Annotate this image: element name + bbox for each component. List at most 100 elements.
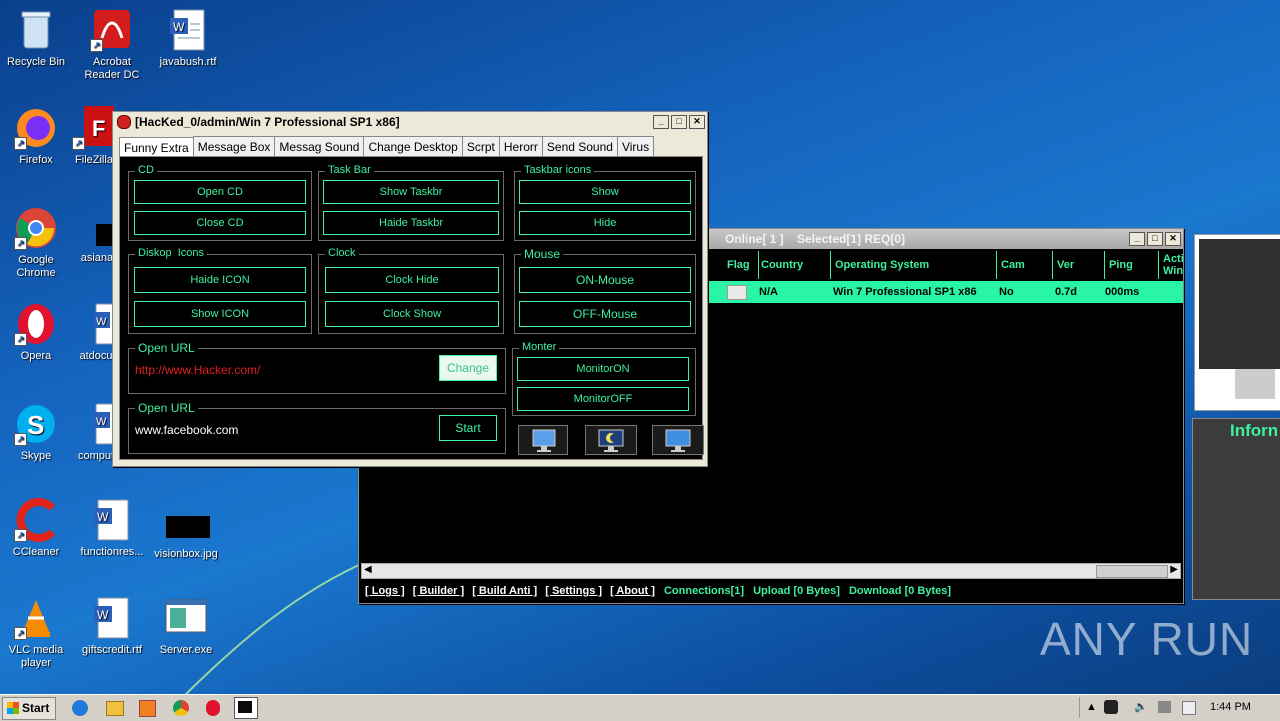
task-bar-group: Task Bar Show Taskbr Haide Taskbr (318, 164, 504, 241)
builder-link[interactable]: [ Builder ] (413, 585, 464, 597)
dialog-title: [HacKed_0/admin/Win 7 Professional SP1 x… (135, 115, 400, 129)
column-ping[interactable]: Ping (1105, 251, 1159, 279)
close-cd-button[interactable]: Close CD (134, 211, 306, 235)
network-icon[interactable] (1158, 701, 1171, 713)
show-taskbar-button[interactable]: Show Taskbr (323, 180, 499, 204)
row-country: N/A (759, 286, 778, 298)
hide-taskbar-icons-button[interactable]: Hide (519, 211, 691, 235)
scrollbar-thumb[interactable] (1096, 565, 1168, 578)
monitor-on-button[interactable]: MonitorON (517, 357, 689, 381)
rat-app-taskbar-icon[interactable] (234, 697, 258, 719)
settings-link[interactable]: [ Settings ] (545, 585, 602, 597)
desktop-icon-label: VLC media player (8, 644, 64, 669)
maximize-button[interactable]: □ (1147, 232, 1163, 246)
taskbar-icons-group: Taskbar icons Show Hide (514, 164, 696, 241)
start-url-button[interactable]: Start (439, 415, 497, 441)
row-flag (727, 285, 747, 300)
main-window-title: Online[ 1 ] Selected[1] REQ[0] (725, 232, 906, 246)
open-url-change-group: Open URL http://www.Hacker.com/ Change (128, 341, 506, 394)
desktop-icon-label: javabush.rtf (159, 56, 217, 68)
open-cd-button[interactable]: Open CD (134, 180, 306, 204)
monitor-off-button[interactable]: MonitorOFF (517, 387, 689, 411)
shield-icon[interactable] (1104, 700, 1118, 714)
tab-change-desktop[interactable]: Change Desktop (363, 136, 463, 157)
desktop-icon-vlc[interactable]: ↗ VLC media player (0, 596, 74, 670)
explorer-folder-icon[interactable] (106, 701, 124, 716)
tab-scrpt[interactable]: Scrpt (461, 136, 500, 157)
shortcut-arrow-icon: ↗ (90, 39, 103, 52)
show-taskbar-icons-button[interactable]: Show (519, 180, 691, 204)
tab-herorr[interactable]: Herorr (498, 136, 543, 157)
chrome-taskbar-icon[interactable] (173, 700, 189, 716)
anyrun-watermark: ANY RUN (1040, 612, 1253, 666)
ie-icon[interactable] (72, 700, 88, 716)
hide-icon-button[interactable]: Haide ICON (134, 267, 306, 293)
column-country[interactable]: Country (757, 251, 831, 279)
scroll-right-arrow-icon[interactable]: ▶ (1170, 564, 1178, 575)
shortcut-arrow-icon: ↗ (14, 137, 27, 150)
tray-expand-icon[interactable]: ▲ (1086, 697, 1097, 718)
desktop-icon-firefox[interactable]: ↗ Firefox (0, 106, 74, 167)
dialog-titlebar[interactable]: [HacKed_0/admin/Win 7 Professional SP1 x… (113, 112, 707, 132)
desktop-icon-label: Google Chrome (16, 254, 56, 279)
column-ver[interactable]: Ver (1053, 251, 1105, 279)
media-player-icon[interactable] (139, 700, 156, 717)
flag-icon[interactable] (1182, 701, 1196, 715)
url-hacker-text[interactable]: http://www.Hacker.com/ (135, 363, 260, 377)
close-button[interactable]: ✕ (1165, 232, 1181, 246)
skype-icon: S ↗ (14, 402, 58, 446)
about-link[interactable]: [ About ] (610, 585, 655, 597)
row-os: Win 7 Professional SP1 x86 (833, 286, 977, 298)
svg-text:S: S (27, 410, 44, 440)
desktop-icon-ccleaner[interactable]: ↗ CCleaner (0, 498, 74, 559)
desktop-icon-acrobat[interactable]: ↗ Acrobat Reader DC (74, 8, 150, 82)
change-url-button[interactable]: Change (439, 355, 497, 381)
status-bar: [ Logs ] [ Builder ] [ Build Anti ] [ Se… (359, 581, 1183, 601)
tab-messag-sound[interactable]: Messag Sound (274, 136, 365, 157)
clock-group: Clock Clock Hide Clock Show (318, 247, 504, 334)
url-facebook-text[interactable]: www.facebook.com (135, 423, 238, 437)
horizontal-scrollbar[interactable]: ◀ ▶ (361, 563, 1181, 579)
maximize-button[interactable]: □ (671, 115, 687, 129)
monitor-settings-icon[interactable] (518, 425, 568, 455)
side-monitor-panel (1194, 234, 1280, 411)
table-row[interactable]: N/A Win 7 Professional SP1 x86 No 0.7d 0… (709, 281, 1183, 303)
mouse-off-button[interactable]: OFF-Mouse (519, 301, 691, 327)
desktop-icon-recycle-bin[interactable]: Recycle Bin (0, 8, 74, 69)
clock-show-button[interactable]: Clock Show (325, 301, 499, 327)
opera-taskbar-icon[interactable] (206, 700, 220, 716)
column-cam[interactable]: Cam (997, 251, 1053, 279)
system-tray: ▲ 🔈 1:44 PM (1079, 697, 1280, 718)
monitor-sleep-icon[interactable] (585, 425, 637, 455)
scroll-left-arrow-icon[interactable]: ◀ (364, 564, 372, 575)
mouse-on-button[interactable]: ON-Mouse (519, 267, 691, 293)
logs-link[interactable]: [ Logs ] (365, 585, 405, 597)
speaker-icon[interactable]: 🔈 (1134, 697, 1148, 718)
tab-virus[interactable]: Virus (616, 136, 655, 157)
monitor-display-icon[interactable] (652, 425, 704, 455)
build-anti-link[interactable]: [ Build Anti ] (472, 585, 537, 597)
minimize-button[interactable]: _ (653, 115, 669, 129)
download-bytes: Download [0 Bytes] (848, 585, 952, 597)
column-active-window[interactable]: Acti Win (1159, 251, 1183, 279)
show-icon-button[interactable]: Show ICON (134, 301, 306, 327)
column-flag[interactable]: Flag (723, 251, 759, 279)
clock-time[interactable]: 1:44 PM (1210, 697, 1251, 718)
desktop-icon-skype[interactable]: S ↗ Skype (0, 402, 74, 463)
svg-text:W: W (96, 316, 107, 328)
start-button[interactable]: Start (2, 697, 56, 720)
desktop-icon-chrome[interactable]: ↗ Google Chrome (0, 206, 74, 280)
desktop-icon-javabush[interactable]: W javabush.rtf (150, 8, 226, 69)
minimize-button[interactable]: _ (1129, 232, 1145, 246)
desktop-icon-giftscredit[interactable]: W giftscredit.rtf (74, 596, 150, 657)
desktop-icon-functionres[interactable]: W functionres... (74, 498, 150, 559)
hide-taskbar-button[interactable]: Haide Taskbr (323, 211, 499, 235)
desktop-icon-opera[interactable]: ↗ Opera (0, 302, 74, 363)
tab-message-box[interactable]: Message Box (192, 136, 276, 157)
tab-send-sound[interactable]: Send Sound (541, 136, 618, 157)
close-button[interactable]: ✕ (689, 115, 705, 129)
opera-icon: ↗ (14, 302, 58, 346)
clock-hide-button[interactable]: Clock Hide (325, 267, 499, 293)
column-os[interactable]: Operating System (831, 251, 997, 279)
upload-bytes: Upload [0 Bytes] (753, 585, 840, 597)
